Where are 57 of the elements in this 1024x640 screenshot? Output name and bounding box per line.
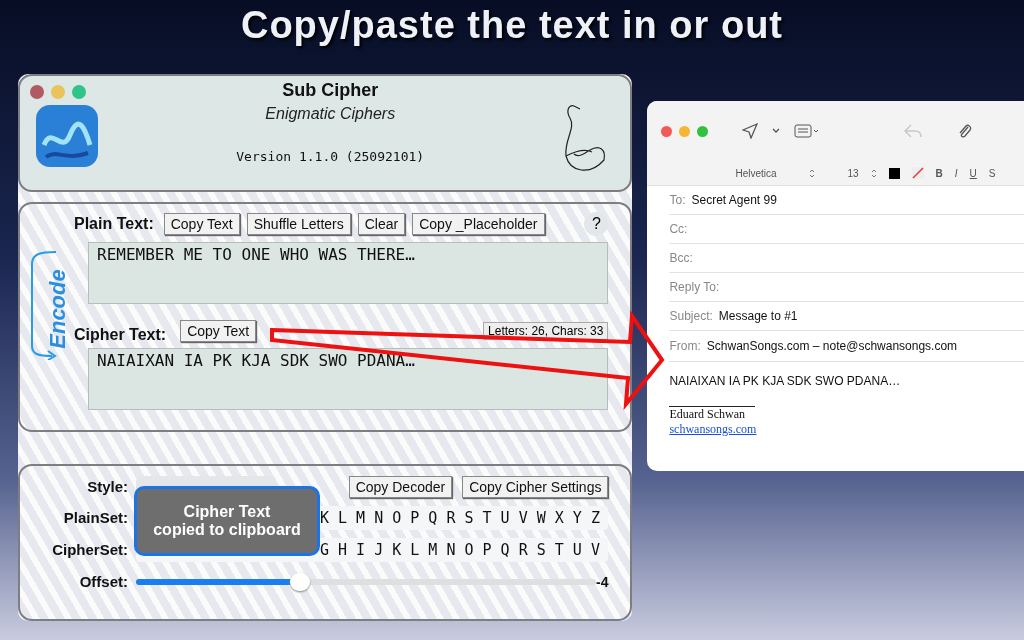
paperclip-icon[interactable] [958,122,973,140]
field-label: Cc: [669,222,688,236]
field-value[interactable]: Message to #1 [718,309,798,323]
plain-text-area[interactable]: REMEMBER ME TO ONE WHO WAS THERE… [88,241,609,304]
header-fields-icon[interactable] [794,124,821,138]
field-label: Bcc: [669,251,693,265]
toolbar-button[interactable]: Copy _Placeholder [412,212,545,235]
app-icon [36,105,98,167]
toolbar-button[interactable]: Clear [357,212,406,235]
close-button[interactable] [661,125,673,137]
style-label: Style: [86,478,128,496]
app-title: Sub Cipher [282,80,379,101]
close-button[interactable] [30,85,44,99]
format-button[interactable]: B [935,167,943,179]
offset-slider[interactable] [136,572,596,591]
font-size-dropdown[interactable]: 13 [847,167,859,179]
slider-thumb[interactable] [290,572,310,591]
cipher-text-area[interactable]: NAIAIXAN IA PK KJA SDK SWO PDANA… [88,347,609,410]
field-value[interactable]: Secret Agent 99 [691,193,777,207]
font-dropdown[interactable]: Helvetica [735,167,798,179]
cipher-text-label: Cipher Text: [74,325,167,344]
field-label: From: [669,339,701,353]
offset-label: Offset: [78,573,128,591]
cipherset-label: CipherSet: [51,541,128,559]
format-button[interactable]: I [954,167,958,179]
text-color-swatch[interactable] [888,167,900,179]
toolbar-button[interactable]: Copy Text [163,212,240,235]
offset-value: -4 [596,573,609,590]
encode-label: Encode [44,269,71,349]
clipboard-toast: Cipher Text copied to clipboard [134,485,320,556]
updown-chevron-icon [870,168,877,178]
send-icon[interactable] [742,123,759,139]
format-button[interactable]: U [969,167,977,179]
plainset-label: PlainSet: [62,509,128,527]
banner-title: Copy/paste the text in or out [239,3,784,48]
plain-text-label: Plain Text: [74,214,154,233]
zoom-button[interactable] [72,85,86,99]
toolbar-button[interactable]: Shuffle Letters [246,212,351,235]
field-value[interactable]: SchwanSongs.com – note@schwansongs.com [706,339,958,353]
copy-text-button[interactable]: Copy Text [180,319,257,342]
settings-button[interactable]: Copy Cipher Settings [462,475,609,498]
settings-button[interactable]: Copy Decoder [348,475,453,498]
field-label: Subject: [669,309,713,323]
app-subtitle: Enigmatic Ciphers [265,105,396,123]
zoom-button[interactable] [697,125,709,137]
signature-link[interactable]: schwansongs.com [669,422,757,436]
format-button[interactable]: S [988,167,996,179]
updown-chevron-icon [809,168,816,178]
field-label: Reply To: [669,280,720,294]
signature-name: Eduard Schwan [669,407,747,422]
help-button[interactable]: ? [584,211,609,236]
background-color-icon[interactable] [911,167,924,179]
message-body-text: NAIAIXAN IA PK KJA SDK SWO PDANA… [669,374,902,388]
field-label: To: [669,193,686,207]
letter-count: Letters: 26, Chars: 33 [483,321,609,340]
version-text: Version 1.1.0 (25092101) [236,149,425,164]
chevron-icon[interactable] [772,128,781,134]
